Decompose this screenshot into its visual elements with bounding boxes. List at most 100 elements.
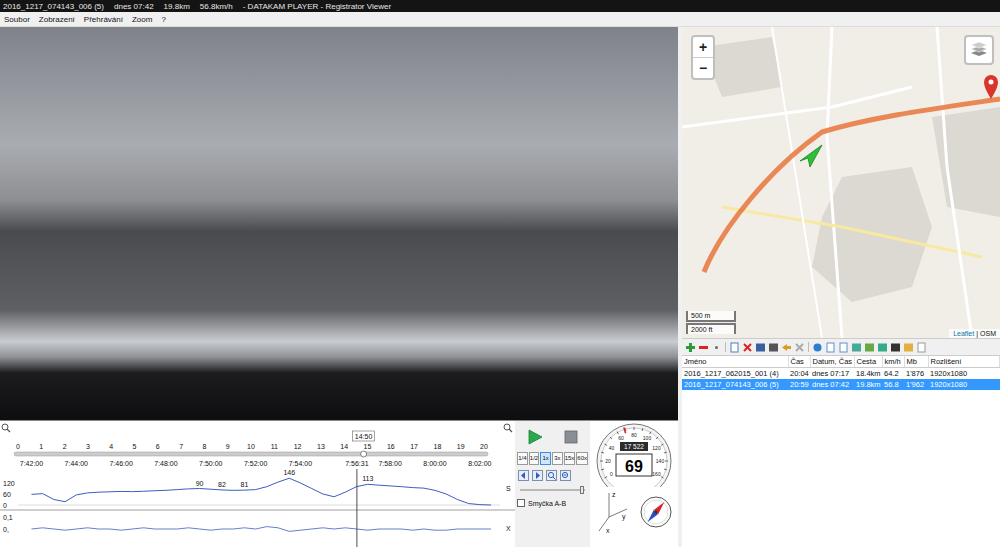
table-row[interactable]: 2016_1217_062015_001 (4)20:04dnes 07:171…	[682, 368, 1000, 380]
speed-button[interactable]: 60x	[576, 452, 588, 465]
frame2-icon[interactable]	[838, 342, 849, 353]
column-header[interactable]: Datum, Čas	[810, 356, 854, 368]
compass-icon	[639, 495, 673, 529]
key-icon[interactable]	[781, 342, 792, 353]
add-icon[interactable]	[685, 342, 696, 353]
map-layers-button[interactable]	[964, 35, 994, 65]
menu-item[interactable]: Přehrávání	[84, 15, 123, 24]
accel-axis-label: 0,	[3, 526, 9, 533]
speed-button[interactable]: 1/2	[529, 452, 540, 465]
map-icon[interactable]	[877, 342, 888, 353]
column-header[interactable]: Mb	[904, 356, 928, 368]
accel-segment	[345, 528, 356, 529]
dot-icon[interactable]	[711, 342, 722, 353]
accel-segment	[300, 529, 311, 530]
column-header[interactable]: Čas	[788, 356, 810, 368]
delete-icon[interactable]	[742, 342, 753, 353]
ruler-number: 3	[86, 443, 90, 450]
pic-icon[interactable]	[864, 342, 875, 353]
zoom-out-icon[interactable]	[2, 424, 10, 432]
accel-segment	[188, 528, 199, 529]
table-row[interactable]: 2016_1217_074143_006 (5)20:59dnes 07:421…	[682, 379, 1000, 390]
play-icon[interactable]	[527, 429, 543, 445]
toolbar-separator	[725, 342, 726, 352]
table-cell: 20:59	[788, 379, 810, 390]
frame-icon[interactable]	[825, 342, 836, 353]
time-tick: 8:00:00	[423, 460, 446, 467]
column-header[interactable]: Jméno	[682, 356, 788, 368]
note-icon[interactable]	[916, 342, 927, 353]
table-cell: 64.2	[882, 368, 904, 380]
gauge-label: 0	[610, 471, 613, 477]
main-area: 14:50012345678910111213141516171819207:4…	[0, 27, 1000, 547]
gauge-tick	[664, 452, 667, 454]
title-text: - DATAKAM PLAYER - Registrator Viewer	[243, 2, 391, 11]
next-arrow-icon[interactable]	[532, 470, 543, 481]
gauge-tick	[661, 477, 664, 479]
time-tick: 7:46:00	[109, 460, 132, 467]
slider-thumb[interactable]	[580, 486, 584, 494]
accel-segment	[446, 529, 457, 530]
stop-icon[interactable]	[564, 430, 578, 444]
table-cell: 1'876	[904, 368, 928, 380]
zoom-out-icon[interactable]	[560, 470, 571, 481]
speed-button[interactable]: 1/4	[517, 452, 528, 465]
ruler-knob[interactable]	[361, 451, 367, 457]
ruler-number: 14	[340, 443, 348, 450]
cut-icon[interactable]	[794, 342, 805, 353]
speed-button[interactable]: 1x	[540, 452, 551, 465]
loop-checkbox[interactable]	[517, 499, 525, 507]
film-icon[interactable]	[890, 342, 901, 353]
timeline-svg[interactable]: 14:50012345678910111213141516171819207:4…	[0, 421, 515, 547]
camera-icon[interactable]	[768, 342, 779, 353]
playback-controls: 1/41/21x3x15x60x Smyčka A-B	[515, 421, 590, 547]
speed-segment	[76, 493, 87, 495]
speed-segment	[54, 500, 65, 502]
zoom-in-icon[interactable]	[546, 470, 557, 481]
column-header[interactable]: Rozlišení	[928, 356, 1000, 368]
map-zoom-in-button[interactable]: +	[693, 37, 713, 57]
menu-item[interactable]: Zobrazení	[39, 15, 75, 24]
column-header[interactable]: km/h	[882, 356, 904, 368]
menu-item[interactable]: Zoom	[132, 15, 152, 24]
ruler-number: 11	[271, 443, 278, 450]
gauge-needle	[624, 427, 626, 433]
speed-button[interactable]: 3x	[552, 452, 563, 465]
ruler-number: 19	[457, 443, 465, 450]
previous-arrow-icon[interactable]	[518, 470, 529, 481]
speed-button[interactable]: 15x	[564, 452, 576, 465]
ruler-track[interactable]	[14, 452, 488, 456]
map-view[interactable]: + − 500 m2000 ft Leaflet | OSM	[682, 27, 1000, 338]
column-header[interactable]: Cesta	[854, 356, 882, 368]
table-cell: 1920x1080	[928, 368, 1000, 380]
ruler-number: 2	[63, 443, 67, 450]
save-icon[interactable]	[755, 342, 766, 353]
time-cursor[interactable]	[356, 469, 357, 547]
speed-segment	[99, 491, 110, 492]
timeline-panel: 14:50012345678910111213141516171819207:4…	[0, 420, 678, 547]
left-column: 14:50012345678910111213141516171819207:4…	[0, 27, 678, 547]
ruler-number: 7	[179, 443, 183, 450]
map-zoom-out-button[interactable]: −	[693, 57, 713, 78]
grid-icon[interactable]	[851, 342, 862, 353]
globe-icon[interactable]	[812, 342, 823, 353]
attribution-link[interactable]: Leaflet	[953, 330, 974, 337]
file-table: JménoČasDatum, ČasCestakm/hMbRozlišení20…	[682, 356, 1000, 390]
accel-segment	[76, 528, 87, 529]
title-text: 2016_1217_074143_006 (5)	[3, 2, 104, 11]
menu-item[interactable]: ?	[161, 15, 165, 24]
speed-segment	[155, 490, 166, 491]
menu-item[interactable]: Soubor	[4, 15, 30, 24]
zoom-in-icon[interactable]	[504, 424, 512, 432]
accel-axis-unit: X	[506, 525, 511, 532]
vehicle-arrow-icon	[800, 145, 822, 167]
remove-icon[interactable]	[698, 342, 709, 353]
position-slider[interactable]	[520, 486, 585, 494]
copy-icon[interactable]	[729, 342, 740, 353]
accel-segment	[379, 529, 390, 530]
speed-segment	[289, 478, 300, 483]
folder-icon[interactable]	[903, 342, 914, 353]
accel-segment	[244, 528, 255, 529]
loop-checkbox-row[interactable]: Smyčka A-B	[517, 499, 588, 507]
scale-label: 2000 ft	[686, 323, 736, 334]
